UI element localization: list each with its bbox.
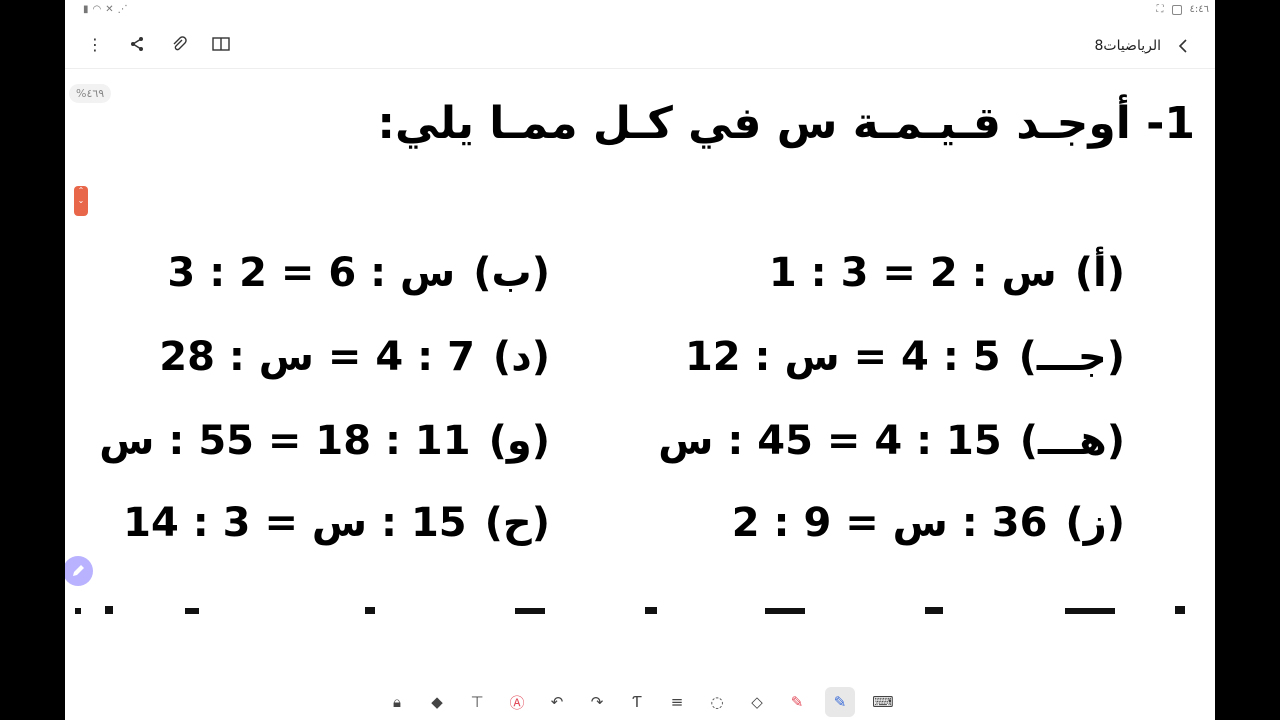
item-expression: س : 2 = 3 : 1 bbox=[768, 250, 1057, 296]
item-label: (جـــ) bbox=[1018, 334, 1125, 380]
shapes-icon[interactable]: ◆ bbox=[425, 690, 449, 714]
battery-icon: ▮ bbox=[83, 4, 89, 15]
more-vert-icon[interactable]: ⋮ bbox=[83, 32, 107, 56]
side-panel-handle[interactable]: ⌃ ⌄ bbox=[74, 186, 88, 216]
text-icon[interactable]: Ƭ bbox=[625, 690, 649, 714]
undo-icon[interactable]: ↶ bbox=[545, 690, 569, 714]
question-title: 1- أوجـد قـيـمـة س في كـل ممـا يلي: bbox=[377, 98, 1195, 149]
paperclip-icon[interactable] bbox=[167, 32, 191, 56]
book-icon[interactable] bbox=[209, 32, 233, 56]
item-expression: 15 : س = 3 : 14 bbox=[123, 500, 467, 546]
item-expression: 7 : 4 = س : 28 bbox=[159, 334, 475, 380]
cropped-next-question bbox=[65, 606, 1215, 614]
pen-toolbar: 🔒︎ ◆ ⊤ Ⓐ ↶ ↷ Ƭ ≡ ◌ ◇ ✎ ✎ ⌨ bbox=[65, 684, 1215, 720]
status-right: ⛶ ٤:٤٦ bbox=[1157, 4, 1209, 15]
handwriting-icon[interactable]: Ⓐ bbox=[505, 690, 529, 714]
item-expression: س : 6 = 2 : 3 bbox=[167, 250, 456, 296]
item-expression: 36 : س = 9 : 2 bbox=[731, 500, 1048, 546]
redo-icon[interactable]: ↷ bbox=[585, 690, 609, 714]
item-f: (و) 11 : 18 = 55 : س bbox=[99, 418, 550, 464]
share-icon[interactable] bbox=[125, 32, 149, 56]
item-a: (أ) س : 2 = 3 : 1 bbox=[769, 250, 1125, 296]
item-label: (ب) bbox=[473, 250, 550, 296]
item-label: (د) bbox=[492, 334, 550, 380]
item-e: (هـــ) 15 : 4 = 45 : س bbox=[658, 418, 1125, 464]
item-expression: 15 : 4 = 45 : س bbox=[658, 418, 1002, 464]
app-bar: ⋮ الرياضيات8 bbox=[65, 22, 1215, 69]
item-b: (ب) س : 6 = 2 : 3 bbox=[167, 250, 550, 296]
app-actions: ⋮ bbox=[83, 32, 233, 56]
text-box-icon[interactable]: ⊤ bbox=[465, 690, 489, 714]
screen-record-icon bbox=[1171, 4, 1182, 15]
item-label: (ز) bbox=[1065, 500, 1125, 546]
item-h: (ح) 15 : س = 3 : 14 bbox=[123, 500, 550, 546]
item-label: (و) bbox=[488, 418, 550, 464]
mute-icon: ✕ bbox=[105, 4, 114, 15]
item-label: (ح) bbox=[484, 500, 550, 546]
highlighter-icon[interactable]: ✎ bbox=[785, 690, 809, 714]
chevron-left-icon[interactable] bbox=[1171, 34, 1195, 58]
lock-icon[interactable]: 🔒︎ bbox=[385, 690, 409, 714]
status-bar: ▮ ◠ ✕ ⋰ ⛶ ٤:٤٦ bbox=[65, 0, 1215, 22]
item-d: (د) 7 : 4 = س : 28 bbox=[159, 334, 550, 380]
wifi-icon: ◠ bbox=[92, 4, 102, 15]
screen: ▮ ◠ ✕ ⋰ ⛶ ٤:٤٦ ⋮ الرياضيات8 %٤٦٩ ⌃ ⌄ 1- … bbox=[65, 0, 1215, 720]
item-expression: 5 : 4 = س : 12 bbox=[684, 334, 1001, 380]
signal-icon: ⋰ bbox=[117, 4, 128, 15]
clock: ٤:٤٦ bbox=[1189, 4, 1209, 15]
pen-icon[interactable]: ✎ bbox=[825, 687, 855, 717]
eraser-icon[interactable]: ◇ bbox=[745, 690, 769, 714]
lasso-icon[interactable]: ◌ bbox=[705, 690, 729, 714]
status-icons: ▮ ◠ ✕ ⋰ bbox=[83, 4, 128, 15]
floating-pen-button[interactable] bbox=[65, 556, 93, 586]
zoom-level: %٤٦٩ bbox=[69, 84, 112, 103]
item-g: (ز) 36 : س = 9 : 2 bbox=[732, 500, 1125, 546]
align-icon[interactable]: ≡ bbox=[665, 690, 689, 714]
document-title: الرياضيات8 bbox=[1094, 38, 1161, 54]
title-area: الرياضيات8 bbox=[1094, 34, 1195, 58]
item-c: (جـــ) 5 : 4 = س : 12 bbox=[685, 334, 1125, 380]
fullscreen-icon: ⛶ bbox=[1156, 4, 1164, 15]
item-label: (أ) bbox=[1074, 250, 1125, 296]
keyboard-icon[interactable]: ⌨ bbox=[871, 690, 895, 714]
item-label: (هـــ) bbox=[1019, 418, 1125, 464]
item-expression: 11 : 18 = 55 : س bbox=[99, 418, 471, 464]
